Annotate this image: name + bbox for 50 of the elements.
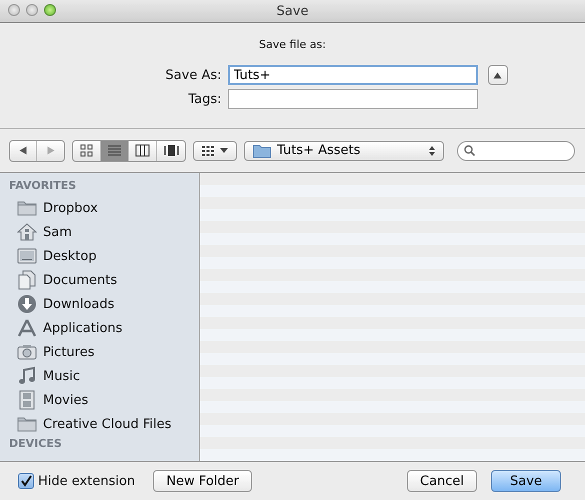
window-title: Save: [276, 4, 308, 18]
folder-icon: [253, 144, 271, 158]
house-icon: [17, 222, 37, 242]
view-mode-button[interactable]: [101, 140, 129, 160]
field-label: Tags:: [187, 92, 222, 106]
checkbox[interactable]: [18, 473, 34, 489]
sidebar-item[interactable]: Pictures: [43, 344, 94, 360]
sidebar-item[interactable]: Movies: [43, 392, 88, 408]
sidebar-heading: FAVORITES: [8, 178, 78, 194]
tags-field[interactable]: [228, 89, 478, 109]
download-icon: [17, 294, 37, 314]
location-popup[interactable]: Tuts+ Assets: [244, 140, 444, 160]
list-view-icon: [107, 143, 122, 158]
sidebar-item[interactable]: Dropbox: [43, 200, 98, 216]
caret-icon: [220, 148, 228, 153]
camera-icon: [17, 342, 37, 362]
app-store-icon: [17, 318, 37, 338]
film-strip-icon: [17, 390, 37, 410]
new-folder-button[interactable]: New Folder: [153, 470, 252, 492]
icon-view-icon: [79, 143, 94, 158]
field-label: Save As:: [164, 68, 222, 82]
sidebar-item[interactable]: Applications: [43, 320, 122, 336]
left-arrow-icon: [19, 146, 27, 155]
sidebar-item[interactable]: Creative Cloud Files: [43, 416, 172, 432]
column-view-icon: [135, 143, 150, 158]
sidebar-heading: DEVICES: [8, 436, 63, 452]
dialog-prompt: Save file as:: [259, 38, 326, 51]
music-note-icon: [17, 366, 37, 386]
save-button[interactable]: Save: [491, 470, 561, 492]
right-arrow-icon: [46, 146, 54, 155]
sidebar-item[interactable]: Documents: [43, 272, 118, 288]
sidebar-item[interactable]: Downloads: [43, 296, 114, 312]
sidebar-item[interactable]: Desktop: [43, 248, 97, 264]
filename-field[interactable]: Tuts+: [228, 65, 478, 85]
search-field[interactable]: [457, 140, 575, 160]
search-icon: [464, 145, 475, 156]
updown-icon: [429, 146, 435, 156]
disclosure-button[interactable]: [488, 65, 508, 85]
sidebar-item[interactable]: Music: [43, 368, 80, 384]
checkmark-icon: [20, 475, 32, 487]
arrange-button[interactable]: [193, 140, 237, 160]
zoom-button[interactable]: [44, 4, 56, 16]
cancel-button[interactable]: Cancel: [407, 470, 477, 492]
grid-icon: [202, 146, 214, 156]
desktop-icon: [17, 246, 37, 266]
sidebar-item[interactable]: Sam: [43, 224, 72, 240]
cover-flow-icon: [164, 143, 178, 158]
triangle-icon: [493, 72, 502, 78]
documents-icon: [17, 270, 37, 290]
checkbox-label: Hide extension: [38, 474, 136, 488]
